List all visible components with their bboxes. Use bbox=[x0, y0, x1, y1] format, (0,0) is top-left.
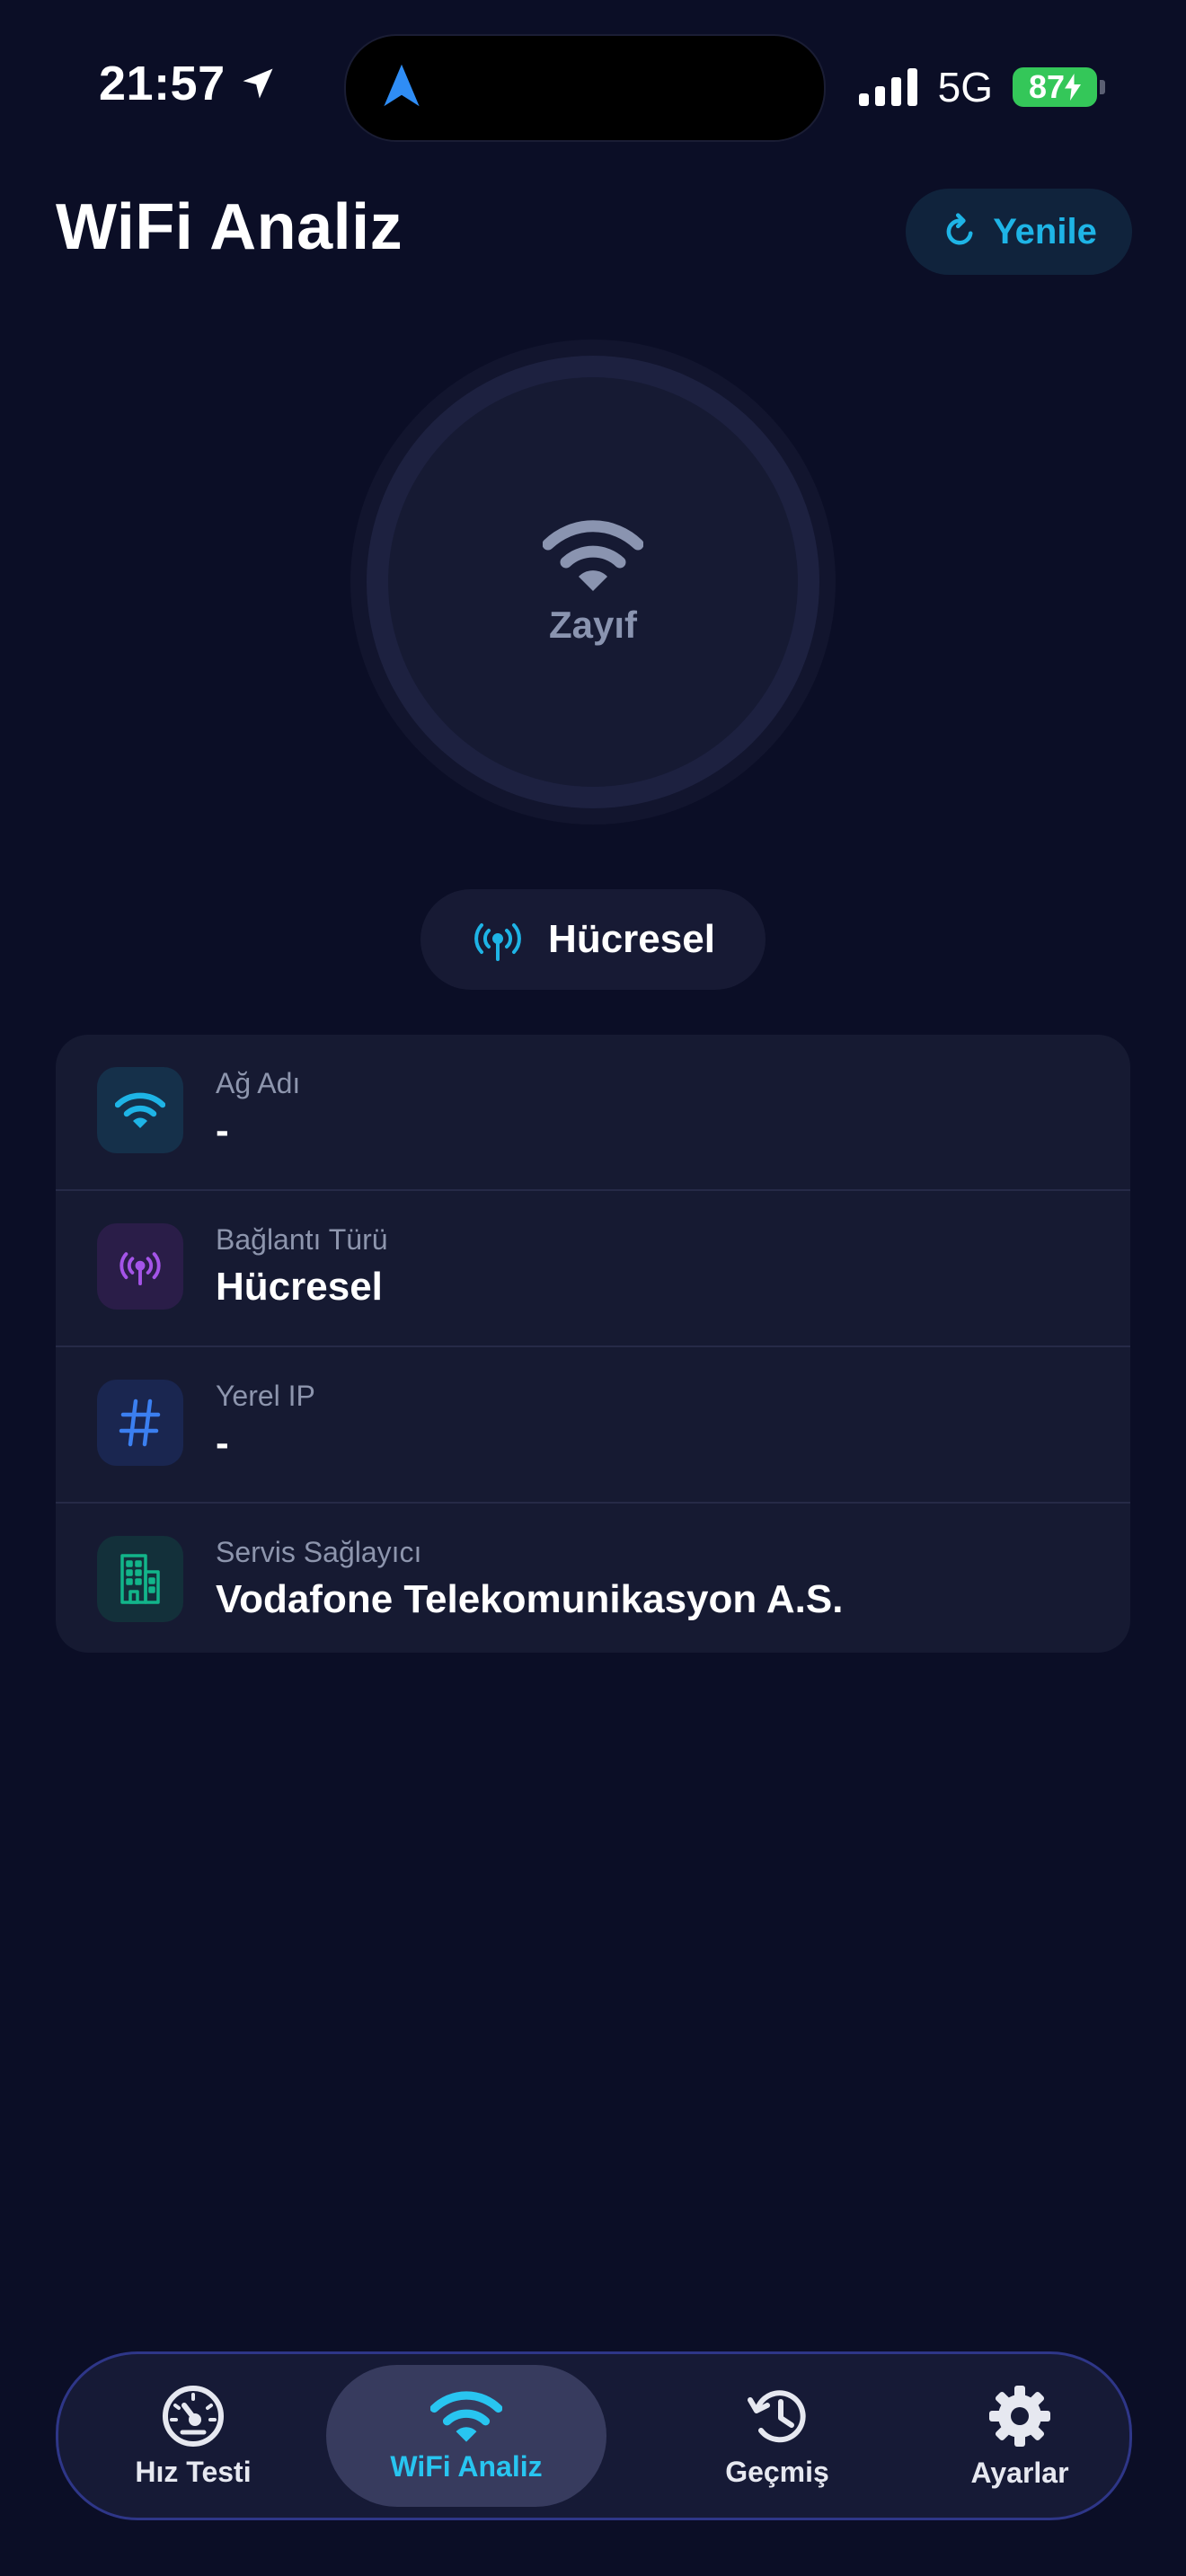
tab-wifi-analyze[interactable]: WiFi Analiz bbox=[326, 2354, 606, 2518]
charging-bolt-icon bbox=[1065, 74, 1082, 101]
hash-icon bbox=[119, 1398, 161, 1447]
gear-icon bbox=[989, 2385, 1050, 2447]
info-label: Servis Sağlayıcı bbox=[216, 1536, 422, 1568]
wifi-icon bbox=[430, 2390, 502, 2442]
tab-label: Ayarlar bbox=[970, 2456, 1069, 2489]
info-icon-badge bbox=[97, 1067, 183, 1153]
speedometer-icon bbox=[163, 2385, 224, 2447]
screen: 21:57 5G 87 WiFi Analiz Yenile Zayıf Hüc… bbox=[0, 0, 1186, 2576]
battery-level: 87 bbox=[1028, 68, 1066, 105]
history-icon bbox=[748, 2389, 806, 2442]
tab-settings[interactable]: Ayarlar bbox=[921, 2354, 1119, 2518]
info-value: Vodafone Telekomunikasyon A.S. bbox=[216, 1577, 844, 1621]
status-time: 21:57 bbox=[99, 56, 278, 111]
tab-bar: Hız Testi WiFi Analiz Geçmiş Ayarlar bbox=[56, 2351, 1132, 2520]
refresh-button[interactable]: Yenile bbox=[906, 189, 1132, 275]
dynamic-island bbox=[344, 34, 826, 142]
building-icon bbox=[120, 1554, 160, 1604]
tab-label: Hız Testi bbox=[135, 2455, 252, 2488]
info-row-local-ip: Yerel IP - bbox=[56, 1347, 1130, 1504]
battery-indicator: 87 bbox=[1013, 67, 1105, 107]
info-row-connection-type: Bağlantı Türü Hücresel bbox=[56, 1191, 1130, 1347]
info-row-network-name: Ağ Adı - bbox=[56, 1035, 1130, 1191]
info-label: Yerel IP bbox=[216, 1380, 315, 1412]
navigation-arrow-icon bbox=[384, 64, 420, 107]
signal-strength-label: Zayıf bbox=[548, 604, 638, 646]
network-type: 5G bbox=[937, 64, 993, 110]
info-icon-badge bbox=[97, 1536, 183, 1622]
page-title: WiFi Analiz bbox=[56, 191, 403, 263]
antenna-icon bbox=[119, 1252, 161, 1285]
info-icon-badge bbox=[97, 1380, 183, 1466]
wifi-icon bbox=[115, 1092, 165, 1128]
location-arrow-icon bbox=[243, 68, 273, 99]
info-icon-badge bbox=[97, 1223, 183, 1310]
info-value: - bbox=[216, 1108, 229, 1152]
cellular-signal-icon bbox=[858, 68, 917, 106]
info-value: - bbox=[216, 1421, 229, 1465]
tab-speed-test[interactable]: Hız Testi bbox=[94, 2354, 292, 2518]
antenna-icon bbox=[474, 923, 521, 961]
tab-history[interactable]: Geçmiş bbox=[633, 2354, 921, 2518]
tab-label: Geçmiş bbox=[725, 2455, 829, 2488]
refresh-label: Yenile bbox=[993, 211, 1097, 251]
status-right: 5G 87 bbox=[858, 63, 1105, 111]
status-time-text: 21:57 bbox=[99, 57, 226, 110]
info-row-service-provider: Servis Sağlayıcı Vodafone Telekomunikasy… bbox=[56, 1504, 1130, 1653]
network-info-card: Ağ Adı - Bağlantı Türü Hücresel Yerel IP… bbox=[56, 1035, 1130, 1653]
refresh-icon bbox=[946, 213, 973, 245]
tab-label: WiFi Analiz bbox=[390, 2449, 543, 2483]
wifi-icon bbox=[543, 520, 643, 591]
info-label: Ağ Adı bbox=[216, 1067, 301, 1099]
info-value: Hücresel bbox=[216, 1265, 383, 1309]
info-label: Bağlantı Türü bbox=[216, 1223, 388, 1256]
connection-type-label: Hücresel bbox=[548, 917, 715, 961]
connection-type-pill: Hücresel bbox=[420, 889, 766, 990]
